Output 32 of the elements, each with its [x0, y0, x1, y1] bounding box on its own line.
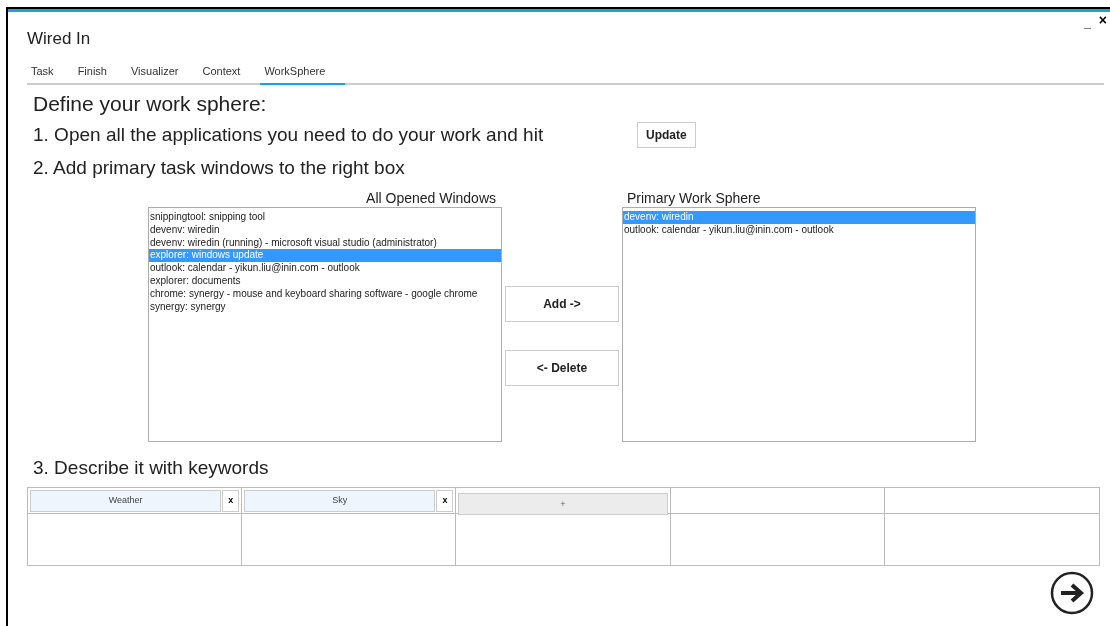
tab[interactable]: Context — [198, 62, 261, 85]
list-title: All Opened Windows — [365, 189, 497, 207]
list-item[interactable]: outlook: calendar - yikun.liu@inin.com - outlook — [623, 223, 975, 237]
minimize-button[interactable]: _ — [1084, 13, 1091, 29]
add-keyword-button[interactable]: + — [458, 493, 668, 516]
list-item[interactable]: devenv: wiredin — [149, 223, 501, 237]
list-item[interactable]: outlook: calendar - yikun.liu@inin.com - outlook — [149, 262, 501, 275]
instruction-text: 2. Add primary task windows to the right box — [33, 155, 406, 180]
instruction-text: 1. Open all the applications you need to do your work and hit — [33, 123, 545, 147]
list-item[interactable]: synergy: synergy — [149, 300, 501, 314]
add-button[interactable]: Add -> — [505, 286, 619, 322]
keyword-tag: Weather — [30, 489, 222, 512]
update-button[interactable]: Update — [637, 122, 696, 149]
window-list[interactable] — [148, 207, 502, 442]
close-button[interactable]: × — [1098, 13, 1107, 27]
keyword-tag: Sky — [244, 489, 436, 512]
list-item[interactable]: snippingtool: snipping tool — [149, 211, 501, 224]
list-item[interactable]: devenv: wiredin (running) - microsoft visual studio (administrator) — [149, 236, 501, 250]
list-item[interactable]: explorer: documents — [149, 275, 501, 288]
window-list[interactable]: devenv: wiredin outlook: calendar - yikun.liu@inin.com - outlook — [622, 207, 976, 442]
tab[interactable]: Task — [27, 62, 74, 85]
list-item[interactable]: chrome: synergy - mouse and keyboard sharing software - google chrome — [149, 287, 501, 301]
tab[interactable]: WorkSphere — [260, 62, 346, 85]
list-title: Primary Work Sphere — [626, 189, 762, 207]
tab[interactable]: Finish — [73, 62, 127, 85]
tab[interactable]: Visualizer — [126, 62, 199, 85]
window-title: Wired In — [26, 28, 91, 50]
instruction-text: 3. Describe it with keywords — [33, 456, 270, 480]
delete-button[interactable]: <- Delete — [505, 350, 619, 386]
remove-keyword-button[interactable]: x — [436, 489, 454, 512]
remove-keyword-button[interactable]: x — [222, 489, 240, 512]
heading: Define your work sphere: — [33, 91, 268, 117]
